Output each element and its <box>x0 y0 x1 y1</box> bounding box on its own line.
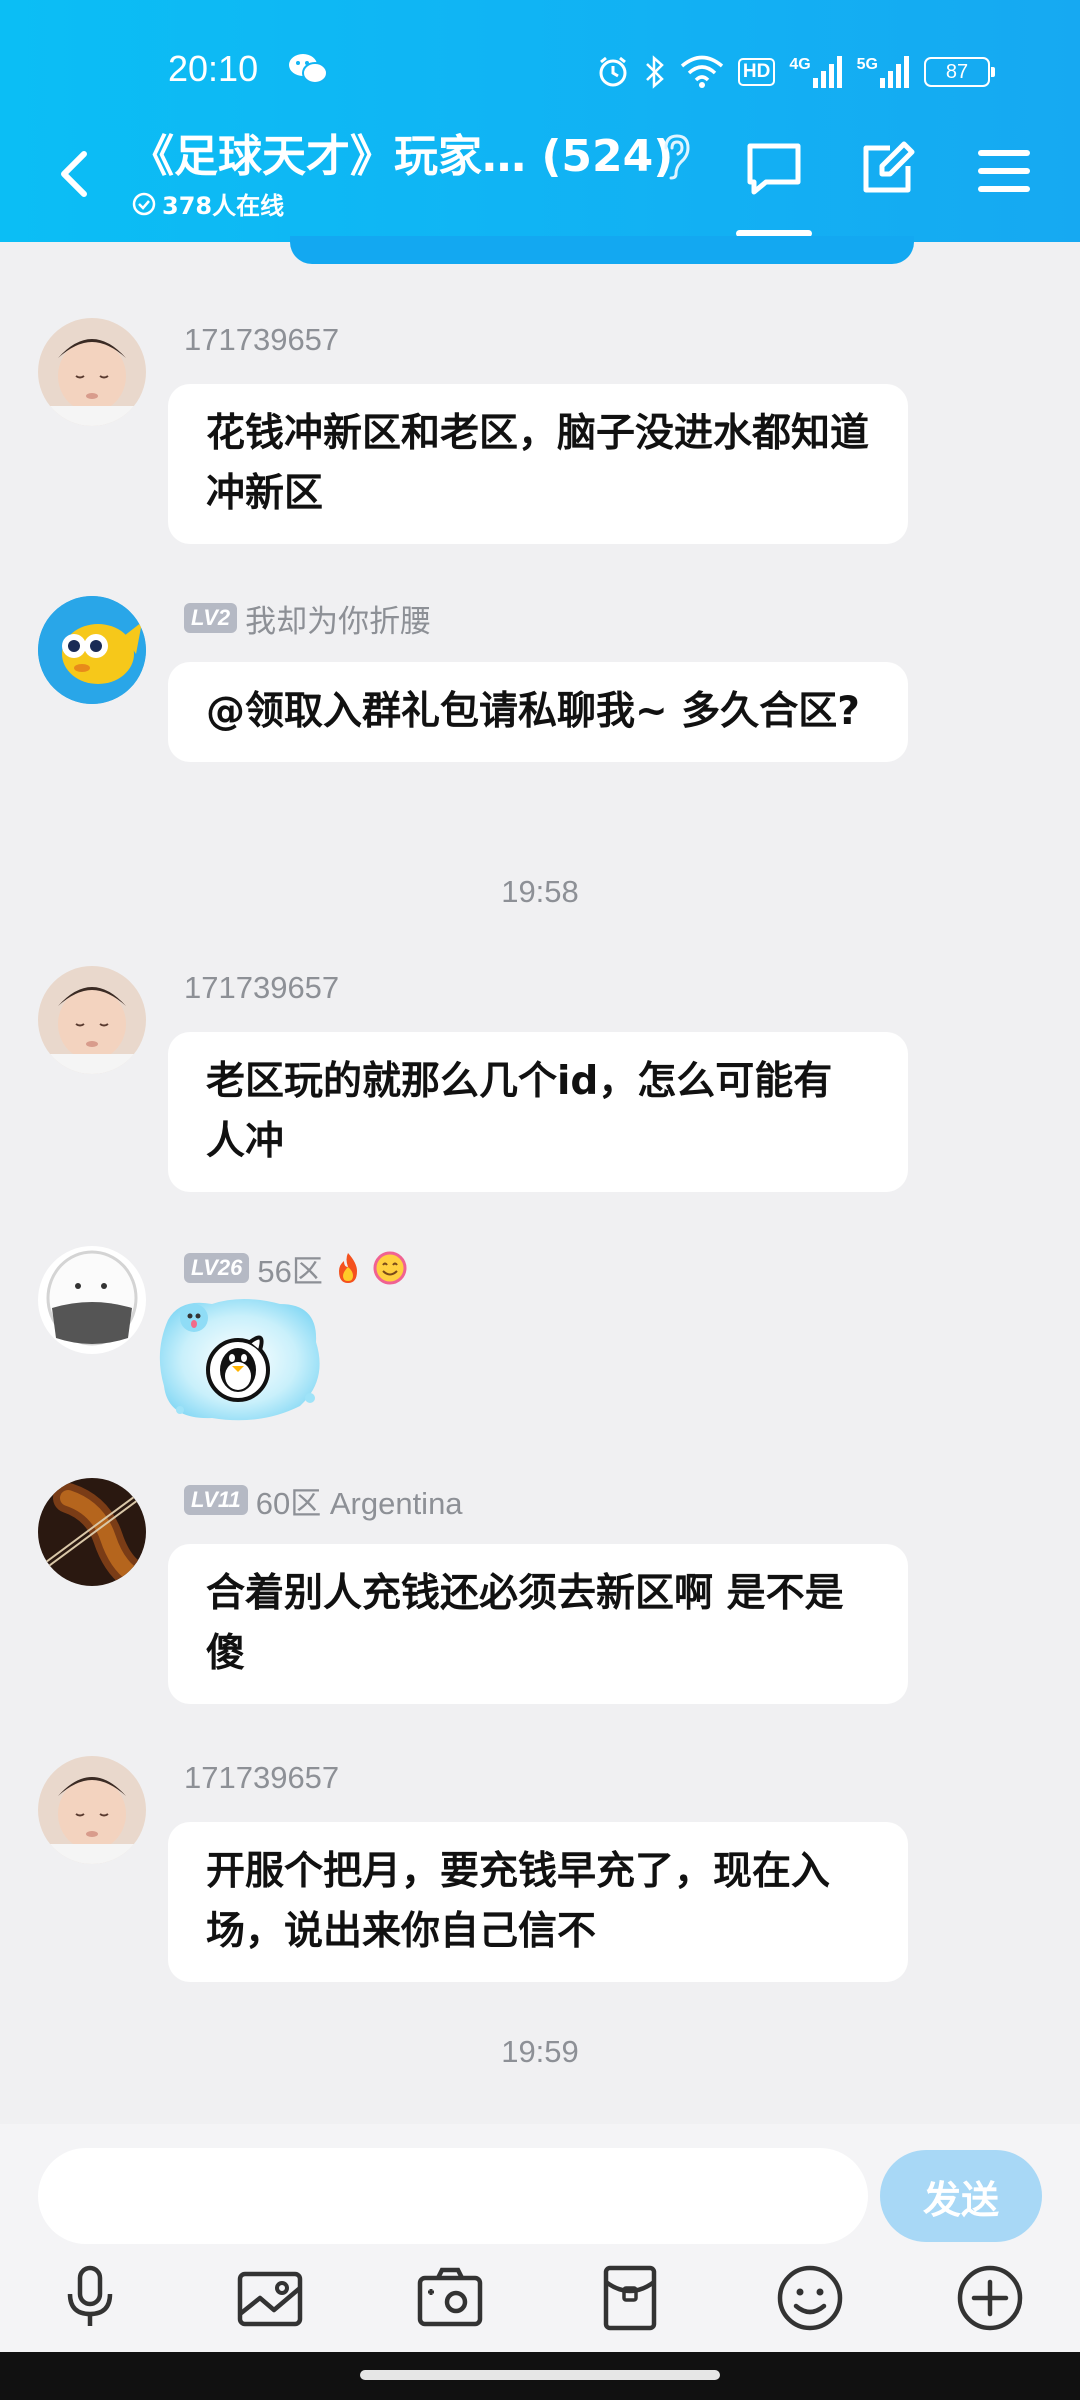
level-badge: LV26 <box>184 1253 250 1283</box>
sender-row: LV2 我却为你折腰 <box>184 596 431 641</box>
time-separator: 19:59 <box>501 2034 579 2069</box>
mask-avatar-image <box>38 1246 146 1354</box>
menu-icon[interactable] <box>978 148 1030 194</box>
sender-row: 171739657 <box>184 1758 339 1798</box>
camera-icon[interactable] <box>414 2262 486 2334</box>
sender-row: 171739657 <box>184 320 339 360</box>
alarm-icon <box>599 56 627 87</box>
avatar[interactable] <box>38 318 146 426</box>
emoji-icon[interactable] <box>774 2262 846 2334</box>
message-bubble[interactable]: 老区玩的就那么几个id，怎么可能有人冲 <box>168 1032 908 1192</box>
avatar[interactable] <box>38 596 146 704</box>
mic-icon[interactable] <box>54 2262 126 2334</box>
status-time: 20:10 <box>168 48 259 89</box>
input-toolbar <box>0 2262 1080 2342</box>
navigation-bar <box>0 2352 1080 2400</box>
online-count: 378人在线 <box>132 186 284 221</box>
online-check-icon <box>132 192 156 215</box>
plus-icon[interactable] <box>954 2262 1026 2334</box>
sender-row: LV11 60区 Argentina <box>184 1478 463 1523</box>
avatar[interactable] <box>38 1478 146 1586</box>
smile-emoji-icon <box>373 1251 407 1285</box>
signal-bars-icon <box>880 56 909 88</box>
signal-bars-icon <box>812 56 842 88</box>
avatar[interactable] <box>38 966 146 1074</box>
battery-icon: 87 <box>924 57 995 87</box>
message-bubble[interactable]: 开服个把月，要充钱早充了，现在入场，说出来你自己信不 <box>168 1822 908 1982</box>
sender-name[interactable]: 56区 <box>257 1246 322 1291</box>
battery-level: 87 <box>945 60 969 83</box>
home-indicator[interactable] <box>360 2370 720 2380</box>
message-bubble[interactable]: @领取入群礼包请私聊我~ 多久合区? <box>168 662 908 762</box>
signal-4g-label: 4G <box>789 56 811 73</box>
baby-avatar-image <box>38 318 146 426</box>
time-separator: 19:58 <box>501 874 579 909</box>
sender-name[interactable]: 171739657 <box>184 1760 339 1796</box>
pinned-notice-edge[interactable] <box>290 236 914 264</box>
fire-emoji-icon <box>338 1253 357 1283</box>
edit-icon[interactable] <box>860 140 916 196</box>
ear-icon <box>664 134 690 180</box>
sender-row: LV26 56区 <box>184 1246 407 1291</box>
sender-name[interactable]: 60区 Argentina <box>256 1478 463 1523</box>
avatar[interactable] <box>38 1756 146 1864</box>
level-badge: LV2 <box>184 603 238 633</box>
chat-header: 20:10 HD 4G 5G 87 《足球天才》玩家… (524) 378人在线 <box>0 0 1080 242</box>
image-icon[interactable] <box>234 2262 306 2334</box>
sender-name[interactable]: 171739657 <box>184 322 339 358</box>
online-count-label: 378人在线 <box>162 192 285 220</box>
message-bubble[interactable]: 花钱冲新区和老区，脑子没进水都知道冲新区 <box>168 384 908 544</box>
fish-avatar-image <box>38 596 146 704</box>
message-bubble[interactable]: 合着别人充钱还必须去新区啊 是不是傻 <box>168 1544 908 1704</box>
back-icon[interactable] <box>52 148 98 200</box>
baby-avatar-image <box>38 1756 146 1864</box>
qq-penguin-sticker[interactable] <box>150 1290 330 1430</box>
red-packet-icon[interactable] <box>594 2262 666 2334</box>
status-icons: HD 4G 5G 87 <box>596 48 995 96</box>
baby-avatar-image <box>38 966 146 1074</box>
message-input[interactable] <box>38 2148 868 2244</box>
hd-icon: HD <box>737 58 776 86</box>
chat-tab-icon[interactable] <box>744 140 804 198</box>
input-area: 发送 <box>0 2124 1080 2352</box>
sender-name[interactable]: 171739657 <box>184 970 339 1006</box>
bluetooth-icon <box>645 55 664 89</box>
level-badge: LV11 <box>184 1485 248 1515</box>
wifi-icon <box>680 55 723 88</box>
sender-row: 171739657 <box>184 968 339 1008</box>
avatar[interactable] <box>38 1246 146 1354</box>
signal-5g-label: 5G <box>856 56 878 73</box>
group-title[interactable]: 《足球天才》玩家… (524) <box>130 120 673 184</box>
signal-5g-icon: 5G <box>857 56 910 88</box>
status-bar: 20:10 HD 4G 5G 87 <box>0 40 1080 104</box>
wechat-icon <box>289 54 328 84</box>
send-button[interactable]: 发送 <box>880 2150 1042 2242</box>
sender-name[interactable]: 我却为你折腰 <box>245 596 431 641</box>
signal-4g-icon: 4G <box>789 56 842 88</box>
violin-avatar-image <box>38 1478 146 1586</box>
